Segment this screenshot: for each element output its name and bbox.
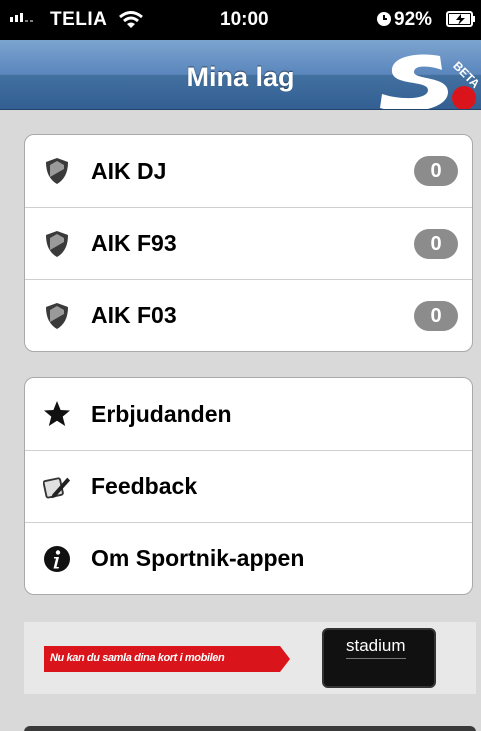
phone-card-image: stadium xyxy=(322,628,436,688)
menu-item-about[interactable]: Om Sportnik-appen xyxy=(25,522,472,594)
ad-text: Nu kan du samla dina kort i mobilen xyxy=(50,652,225,664)
menu-item-label: Feedback xyxy=(91,473,198,499)
menu-item-label: Om Sportnik-appen xyxy=(91,545,305,571)
menu-item-label: Erbjudanden xyxy=(91,400,232,427)
team-name: AIK DJ xyxy=(91,157,167,184)
count-badge: 0 xyxy=(414,228,458,259)
team-row[interactable]: AIK DJ 0 xyxy=(25,135,472,207)
team-row[interactable]: AIK F03 0 xyxy=(25,279,472,351)
battery-icon xyxy=(446,11,476,33)
menu-list: Erbjudanden Feedback Om Sportnik-appen xyxy=(24,377,473,595)
team-name: AIK F93 xyxy=(91,230,177,256)
clock-time: 10:00 xyxy=(220,9,269,30)
count-badge: 0 xyxy=(414,156,458,186)
menu-item-offers[interactable]: Erbjudanden xyxy=(25,378,472,450)
ad-banner[interactable]: Nu kan du samla dina kort i mobilen stad… xyxy=(24,622,476,694)
info-icon xyxy=(43,545,71,573)
team-name: AIK F03 xyxy=(91,302,177,328)
signal-icon xyxy=(10,13,33,22)
teams-list: AIK DJ 0 AIK F93 0 AIK F03 0 xyxy=(24,134,473,352)
ad-brand: stadium xyxy=(346,636,406,659)
navigation-bar: Mina lag BETA xyxy=(0,40,481,110)
bottom-strip xyxy=(0,712,481,731)
battery-percent: 92% xyxy=(394,9,433,30)
sportnik-logo[interactable]: BETA xyxy=(378,50,481,109)
team-row[interactable]: AIK F93 0 xyxy=(25,207,472,279)
feedback-icon xyxy=(43,473,71,501)
star-icon xyxy=(43,400,71,428)
count-badge: 0 xyxy=(414,300,458,331)
bottom-bar xyxy=(24,726,476,731)
alarm-clock-icon xyxy=(376,11,392,33)
shield-icon xyxy=(43,157,71,185)
status-bar: TELIA 10:00 92% xyxy=(0,0,481,40)
shield-icon xyxy=(43,302,71,330)
shield-icon xyxy=(43,230,71,258)
menu-item-feedback[interactable]: Feedback xyxy=(25,450,472,522)
carrier-name: TELIA xyxy=(50,9,108,30)
wifi-icon xyxy=(118,10,144,36)
